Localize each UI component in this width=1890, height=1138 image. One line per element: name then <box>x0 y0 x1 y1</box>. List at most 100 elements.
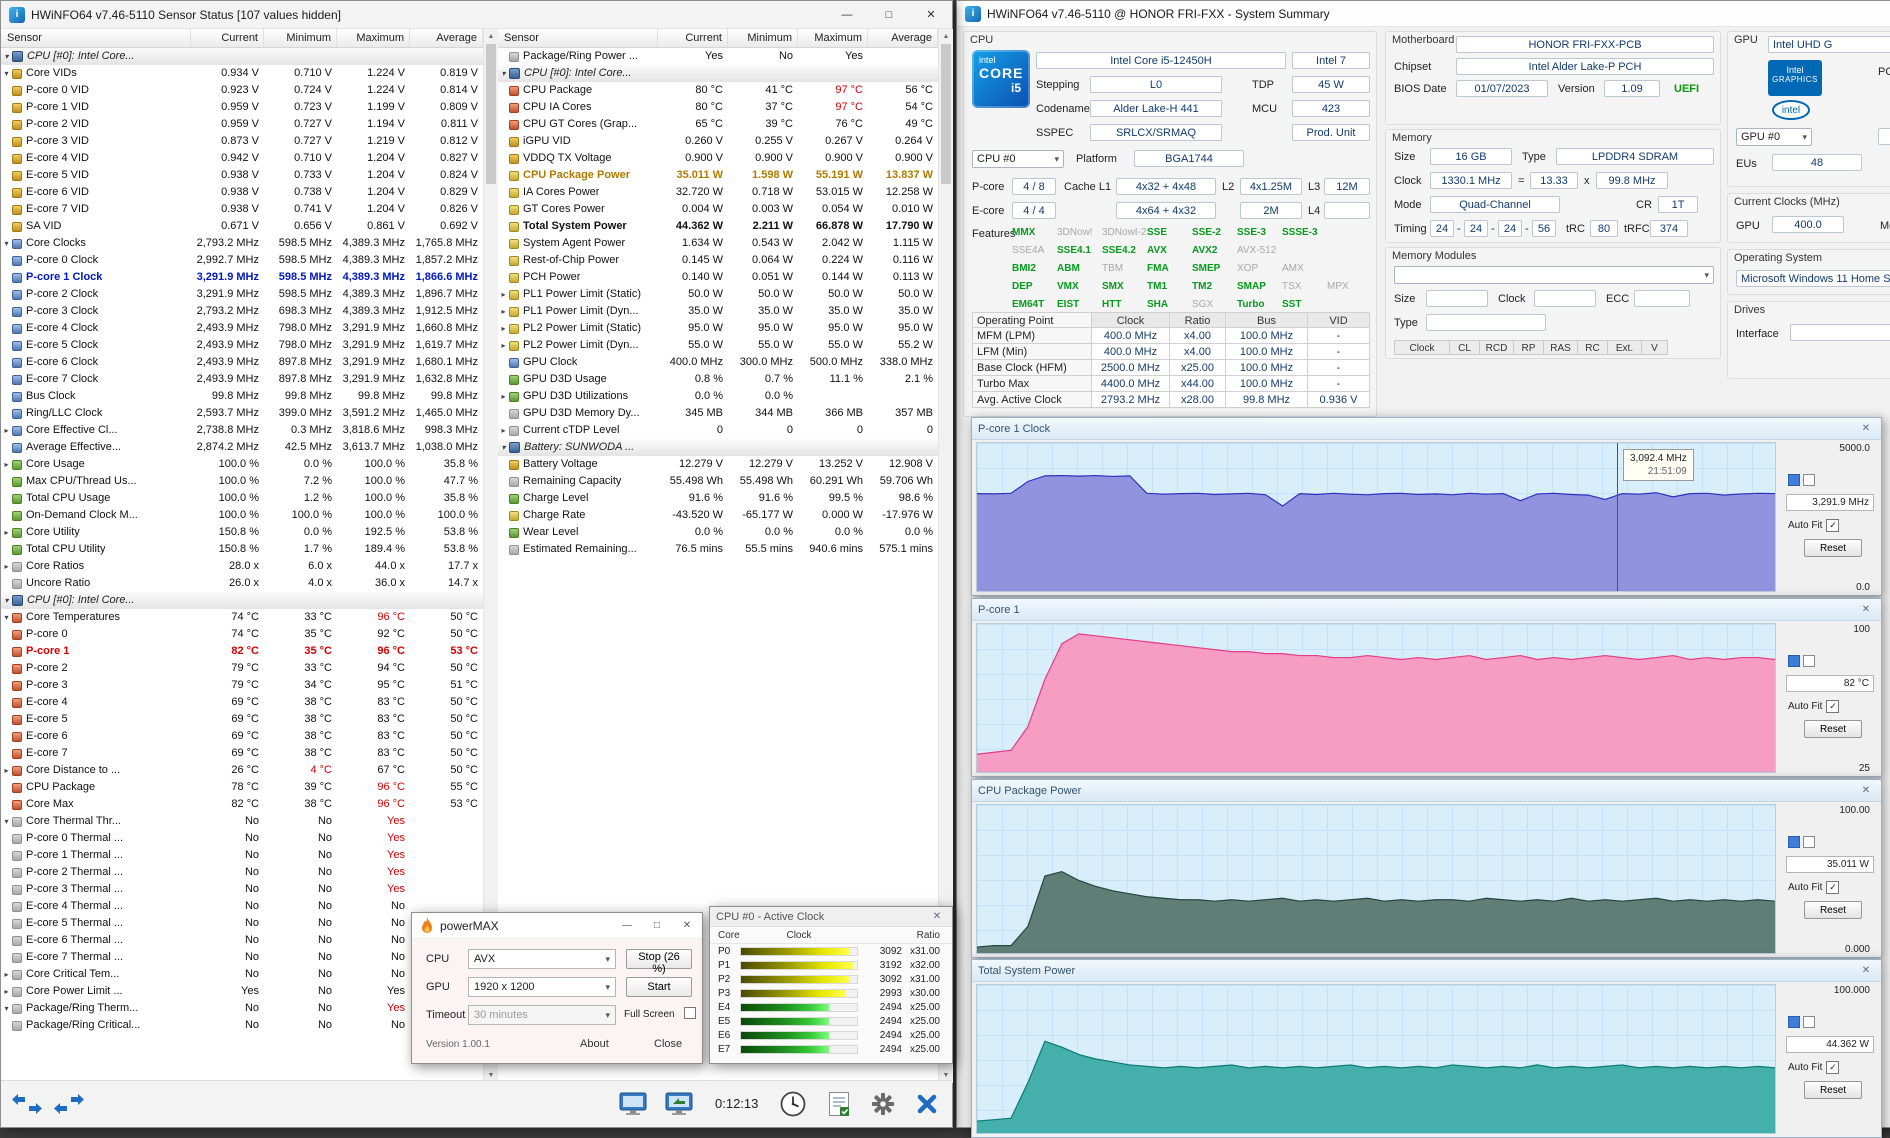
column-header-sensor[interactable]: Sensor <box>498 29 658 47</box>
scroll-up-icon[interactable]: ▲ <box>484 29 498 44</box>
gpu-resolution-dropdown[interactable]: 1920 x 1200 ▾ <box>468 977 616 997</box>
chevron-right-icon[interactable]: ▸ <box>498 388 509 405</box>
sensor-row[interactable]: Battery Voltage 12.279 V 12.279 V 13.252 V 1… <box>498 456 938 473</box>
active-clock-titlebar[interactable]: CPU #0 - Active Clock ✕ <box>710 907 952 927</box>
sensor-row[interactable]: CPU Package Power 35.011 W 1.598 W 55.191 W… <box>498 167 938 184</box>
chevron-down-icon[interactable]: ▾ <box>1 1000 12 1017</box>
sensor-row[interactable]: GPU D3D Usage 0.8 % 0.7 % 11.1 % 2.1 % <box>498 371 938 388</box>
about-button[interactable]: About <box>580 1038 609 1050</box>
sensor-row[interactable]: ▾ Core Temperatures 74 °C 33 °C 96 °C 50 °C <box>1 609 483 626</box>
sensor-row[interactable]: P-core 2 Thermal ... No No Yes <box>1 864 483 881</box>
chevron-right-icon[interactable]: ▸ <box>1 524 12 541</box>
chevron-down-icon[interactable]: ▾ <box>1 235 12 252</box>
chevron-down-icon[interactable]: ▾ <box>1 592 12 609</box>
sensor-row[interactable]: E-core 5 69 °C 38 °C 83 °C 50 °C <box>1 711 483 728</box>
powermax-close-button[interactable]: Close <box>654 1038 682 1050</box>
scroll-columns-right-button[interactable] <box>49 1086 89 1122</box>
sensor-row[interactable]: IA Cores Power 32.720 W 0.718 W 53.015 W 12.… <box>498 184 938 201</box>
sensor-row[interactable]: ▸ PL1 Power Limit (Static) 50.0 W 50.0 W 50.… <box>498 286 938 303</box>
sensor-row[interactable]: CPU Package 78 °C 39 °C 96 °C 55 °C <box>1 779 483 796</box>
sensor-row[interactable]: GPU Clock 400.0 MHz 300.0 MHz 500.0 MHz 338.… <box>498 354 938 371</box>
sensor-row[interactable]: Max CPU/Thread Us... 100.0 % 7.2 % 100.0 % 4… <box>1 473 483 490</box>
graph-color-swatch[interactable] <box>1788 836 1800 848</box>
close-icon[interactable]: ✕ <box>928 911 946 922</box>
sensor-row[interactable]: ▾ Core Clocks 2,793.2 MHz 598.5 MHz 4,389.3 … <box>1 235 483 252</box>
timeout-dropdown[interactable]: 30 minutes ▾ <box>468 1005 616 1025</box>
scrollbar-thumb[interactable] <box>941 44 951 184</box>
cpu-stress-stop-button[interactable]: Stop (26 %) <box>626 949 692 975</box>
cpu-select-dropdown[interactable]: CPU #0 ▾ <box>972 150 1064 168</box>
sensor-row[interactable]: P-core 0 VID 0.923 V 0.724 V 1.224 V 0.814 V <box>1 82 483 99</box>
sensor-row[interactable]: P-core 3 Thermal ... No No Yes <box>1 881 483 898</box>
close-button[interactable]: ✕ <box>910 1 952 28</box>
column-header[interactable]: Minimum <box>728 29 798 47</box>
sensor-row[interactable]: Remaining Capacity 55.498 Wh 55.498 Wh 60.2… <box>498 473 938 490</box>
sensor-row[interactable]: ▾ CPU [#0]: Intel Core... <box>498 65 938 82</box>
sensor-row[interactable]: Uncore Ratio 26.0 x 4.0 x 36.0 x 14.7 x <box>1 575 483 592</box>
sensor-row[interactable]: Total CPU Usage 100.0 % 1.2 % 100.0 % 35.8 % <box>1 490 483 507</box>
sensor-row[interactable]: ▾ CPU [#0]: Intel Core... <box>1 48 483 65</box>
sensor-row[interactable]: CPU GT Cores (Grap... 65 °C 39 °C 76 °C 49 °… <box>498 116 938 133</box>
column-header[interactable]: Maximum <box>798 29 868 47</box>
autofit-checkbox[interactable]: ✓ <box>1826 881 1840 894</box>
sensor-row[interactable]: Total System Power 44.362 W 2.211 W 66.878 … <box>498 218 938 235</box>
sensor-row[interactable]: E-core 7 VID 0.938 V 0.741 V 1.204 V 0.826 V <box>1 201 483 218</box>
sensor-row[interactable]: E-core 6 VID 0.938 V 0.738 V 1.204 V 0.829 V <box>1 184 483 201</box>
sensor-row[interactable]: Total CPU Utility 150.8 % 1.7 % 189.4 % 53.8… <box>1 541 483 558</box>
monitor-settings-button[interactable] <box>659 1086 699 1122</box>
chevron-right-icon[interactable]: ▸ <box>1 983 12 1000</box>
quit-button[interactable] <box>907 1086 947 1122</box>
clock-button[interactable] <box>773 1086 813 1122</box>
remote-monitor-button[interactable] <box>613 1086 653 1122</box>
chevron-right-icon[interactable]: ▸ <box>498 320 509 337</box>
sensor-row[interactable]: ▸ PL2 Power Limit (Dyn... 55.0 W 55.0 W 55.0… <box>498 337 938 354</box>
sensor-row[interactable]: Package/Ring Power ... Yes No Yes <box>498 48 938 65</box>
sensor-row[interactable]: P-core 1 82 °C 35 °C 96 °C 53 °C <box>1 643 483 660</box>
graph-reset-button[interactable]: Reset <box>1804 901 1862 919</box>
minimize-button[interactable]: — <box>826 1 868 28</box>
sensor-row[interactable]: Charge Level 91.6 % 91.6 % 99.5 % 98.6 % <box>498 490 938 507</box>
close-button[interactable]: ✕ <box>672 913 702 938</box>
settings-gear-button[interactable] <box>863 1086 903 1122</box>
sensor-row[interactable]: P-core 1 VID 0.959 V 0.723 V 1.199 V 0.809 V <box>1 99 483 116</box>
autofit-checkbox[interactable]: ✓ <box>1826 519 1840 532</box>
graph-option-checkbox[interactable] <box>1803 836 1815 848</box>
sensor-row[interactable]: E-core 4 Clock 2,493.9 MHz 798.0 MHz 3,291.… <box>1 320 483 337</box>
graph-titlebar[interactable]: Total System Power ✕ <box>972 960 1881 982</box>
maximize-button[interactable]: □ <box>868 1 910 28</box>
chevron-down-icon[interactable]: ▾ <box>498 65 509 82</box>
sensor-row[interactable]: P-core 0 74 °C 35 °C 92 °C 50 °C <box>1 626 483 643</box>
sensor-row[interactable]: VDDQ TX Voltage 0.900 V 0.900 V 0.900 V 0.90… <box>498 150 938 167</box>
sensor-row[interactable]: E-core 5 Clock 2,493.9 MHz 798.0 MHz 3,291.… <box>1 337 483 354</box>
sensor-row[interactable]: Rest-of-Chip Power 0.145 W 0.064 W 0.224 W 0… <box>498 252 938 269</box>
sensor-row[interactable]: PCH Power 0.140 W 0.051 W 0.144 W 0.113 W <box>498 269 938 286</box>
sensor-row[interactable]: P-core 2 Clock 3,291.9 MHz 598.5 MHz 4,389.… <box>1 286 483 303</box>
column-header[interactable]: Current <box>191 29 264 47</box>
sensor-row[interactable]: P-core 0 Clock 2,992.7 MHz 598.5 MHz 4,389.… <box>1 252 483 269</box>
sensor-row[interactable]: Charge Rate -43.520 W -65.177 W 0.000 W -17.… <box>498 507 938 524</box>
sensor-row[interactable]: ▸ PL2 Power Limit (Static) 95.0 W 95.0 W 95.… <box>498 320 938 337</box>
sensor-row[interactable]: E-core 5 VID 0.938 V 0.733 V 1.204 V 0.824 V <box>1 167 483 184</box>
chevron-right-icon[interactable]: ▸ <box>1 558 12 575</box>
graph-titlebar[interactable]: CPU Package Power ✕ <box>972 780 1881 802</box>
gpu-stress-start-button[interactable]: Start <box>626 977 692 997</box>
sensor-row[interactable]: Bus Clock 99.8 MHz 99.8 MHz 99.8 MHz 99.8 MH… <box>1 388 483 405</box>
chevron-down-icon[interactable]: ▾ <box>1 65 12 82</box>
sensor-row[interactable]: Wear Level 0.0 % 0.0 % 0.0 % 0.0 % <box>498 524 938 541</box>
maximize-button[interactable]: □ <box>642 913 672 938</box>
sensor-row[interactable]: P-core 1 Clock 3,291.9 MHz 598.5 MHz 4,389.… <box>1 269 483 286</box>
chevron-down-icon[interactable]: ▾ <box>1 813 12 830</box>
sensor-window-titlebar[interactable]: i HWiNFO64 v7.46-5110 Sensor Status [107… <box>1 1 952 29</box>
chevron-right-icon[interactable]: ▸ <box>1 966 12 983</box>
column-header-sensor[interactable]: Sensor <box>1 29 191 47</box>
sensor-row[interactable]: Ring/LLC Clock 2,593.7 MHz 399.0 MHz 3,591.… <box>1 405 483 422</box>
fullscreen-checkbox[interactable] <box>684 1007 696 1019</box>
chevron-right-icon[interactable]: ▸ <box>1 422 12 439</box>
column-header[interactable]: Average <box>868 29 938 47</box>
graph-close-icon[interactable]: ✕ <box>1857 604 1875 615</box>
cpu-load-type-dropdown[interactable]: AVX ▾ <box>468 949 616 969</box>
sensor-row[interactable]: ▾ CPU [#0]: Intel Core... <box>1 592 483 609</box>
sensor-row[interactable]: ▸ Core Ratios 28.0 x 6.0 x 44.0 x 17.7 x <box>1 558 483 575</box>
graph-option-checkbox[interactable] <box>1803 474 1815 486</box>
sensor-row[interactable]: P-core 3 Clock 2,793.2 MHz 698.3 MHz 4,389.… <box>1 303 483 320</box>
